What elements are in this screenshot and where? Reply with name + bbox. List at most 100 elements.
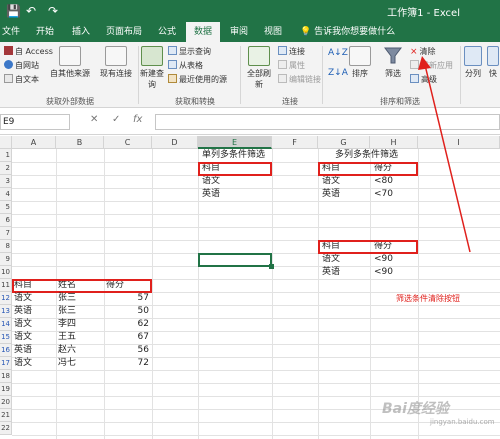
sort-button[interactable]: 排序 (348, 46, 372, 79)
row-header[interactable]: 14 (0, 318, 12, 331)
advanced-filter-button[interactable]: 高级 (410, 74, 437, 85)
tab-formulas[interactable]: 公式 (152, 22, 182, 42)
data-cell[interactable]: 语文 (12, 357, 32, 370)
worksheet-grid[interactable]: A B C D E F G H I 1 2 3 4 5 6 7 8 9 10 1… (0, 136, 500, 439)
save-icon[interactable]: 💾 (6, 3, 21, 19)
data-cell[interactable]: 英语 (12, 344, 32, 357)
data-cell[interactable]: 冯七 (56, 357, 76, 370)
existing-connections-button[interactable]: 现有连接 (98, 46, 134, 79)
row-header[interactable]: 4 (0, 188, 12, 201)
tab-insert[interactable]: 插入 (66, 22, 96, 42)
data-cell[interactable]: 张三 (56, 292, 76, 305)
row-header[interactable]: 18 (0, 370, 12, 383)
connections-button[interactable]: 连接 (278, 46, 305, 57)
edit-links-button[interactable]: 编辑链接 (278, 74, 321, 85)
data-cell[interactable]: 67 (104, 331, 152, 344)
row-header[interactable]: 16 (0, 344, 12, 357)
data-cell[interactable]: 56 (104, 344, 152, 357)
multi-criteria-value[interactable]: 语文 (320, 253, 340, 266)
from-text-button[interactable]: 自文本 (4, 74, 39, 85)
row-header[interactable]: 6 (0, 214, 12, 227)
tab-review[interactable]: 审阅 (224, 22, 254, 42)
row-header[interactable]: 2 (0, 162, 12, 175)
data-cell[interactable]: 语文 (12, 292, 32, 305)
tab-data[interactable]: 数据 (186, 22, 220, 42)
column-header[interactable]: I (418, 136, 500, 149)
properties-button[interactable]: 属性 (278, 60, 305, 71)
row-header[interactable]: 22 (0, 422, 12, 435)
data-cell[interactable]: 王五 (56, 331, 76, 344)
single-criteria-value[interactable]: 语文 (200, 175, 220, 188)
row-header[interactable]: 15 (0, 331, 12, 344)
enter-icon[interactable]: ✓ (112, 114, 120, 125)
data-cell[interactable]: 张三 (56, 305, 76, 318)
tab-view[interactable]: 视图 (258, 22, 288, 42)
sort-za-icon[interactable]: Z↓A (328, 68, 348, 78)
row-header[interactable]: 5 (0, 201, 12, 214)
column-header[interactable]: E (198, 136, 272, 149)
formula-input[interactable] (155, 114, 500, 130)
recent-sources-button[interactable]: 最近使用的源 (168, 74, 227, 85)
text-to-columns-button[interactable]: 分列 (462, 46, 484, 79)
row-header[interactable]: 1 (0, 149, 12, 162)
data-cell[interactable]: 语文 (12, 318, 32, 331)
row-header[interactable]: 20 (0, 396, 12, 409)
quick-fill-button[interactable]: 快 (486, 46, 500, 79)
column-header[interactable]: A (12, 136, 56, 149)
row-header[interactable]: 8 (0, 240, 12, 253)
filter-button[interactable]: 筛选 (380, 46, 406, 79)
selected-cell[interactable] (198, 253, 272, 267)
show-queries-button[interactable]: 显示查询 (168, 46, 211, 57)
row-header[interactable]: 21 (0, 409, 12, 422)
data-cell[interactable]: 语文 (12, 331, 32, 344)
column-header[interactable]: B (56, 136, 104, 149)
data-cell[interactable]: 62 (104, 318, 152, 331)
row-header[interactable]: 10 (0, 266, 12, 279)
sort-az-icon[interactable]: A↓Z (328, 48, 348, 58)
row-header[interactable]: 11 (0, 279, 12, 292)
redo-icon[interactable]: ↷ (48, 3, 58, 19)
column-header[interactable]: D (152, 136, 198, 149)
single-criteria-value[interactable]: 英语 (200, 188, 220, 201)
multi-criteria-value[interactable]: 英语 (320, 188, 340, 201)
tab-page-layout[interactable]: 页面布局 (102, 22, 146, 42)
name-box[interactable]: E9 (0, 114, 70, 130)
multi-criteria-value[interactable]: <90 (372, 253, 393, 266)
reapply-button[interactable]: 重新应用 (410, 60, 453, 71)
data-cell[interactable]: 赵六 (56, 344, 76, 357)
data-cell[interactable]: 72 (104, 357, 152, 370)
row-header[interactable]: 9 (0, 253, 12, 266)
from-web-button[interactable]: 自网站 (4, 60, 39, 71)
multi-criteria-value[interactable]: <90 (372, 266, 393, 279)
select-all-corner[interactable] (0, 136, 12, 149)
cancel-icon[interactable]: ✕ (90, 114, 98, 125)
data-cell[interactable]: 李四 (56, 318, 76, 331)
clear-filter-button[interactable]: ⨯ 清除 (410, 46, 436, 57)
row-header[interactable]: 13 (0, 305, 12, 318)
insert-function-icon[interactable]: fx (133, 114, 142, 125)
from-table-button[interactable]: 从表格 (168, 60, 203, 71)
data-cell[interactable]: 50 (104, 305, 152, 318)
from-access-button[interactable]: 自 Access (4, 46, 53, 57)
tab-home[interactable]: 开始 (30, 22, 60, 42)
row-header[interactable]: 7 (0, 227, 12, 240)
fill-handle[interactable] (269, 264, 274, 269)
column-header[interactable]: G (318, 136, 370, 149)
multi-criteria-value[interactable]: 语文 (320, 175, 340, 188)
row-header[interactable]: 19 (0, 383, 12, 396)
row-header[interactable]: 17 (0, 357, 12, 370)
tab-file[interactable]: 文件 (0, 22, 22, 42)
multi-criteria-value[interactable]: <80 (372, 175, 393, 188)
multi-criteria-value[interactable]: <70 (372, 188, 393, 201)
row-header[interactable]: 3 (0, 175, 12, 188)
column-header[interactable]: F (272, 136, 318, 149)
multi-criteria-value[interactable]: 英语 (320, 266, 340, 279)
from-other-sources-button[interactable]: 自其他来源 (48, 46, 92, 79)
new-query-button[interactable]: 新建查询 (140, 46, 164, 90)
column-header[interactable]: C (104, 136, 152, 149)
data-cell[interactable]: 57 (104, 292, 152, 305)
undo-icon[interactable]: ↶ (26, 3, 36, 19)
tell-me-search[interactable]: 💡 告诉我你想要做什么 (300, 22, 395, 42)
column-header[interactable]: H (370, 136, 418, 149)
row-header[interactable]: 12 (0, 292, 12, 305)
